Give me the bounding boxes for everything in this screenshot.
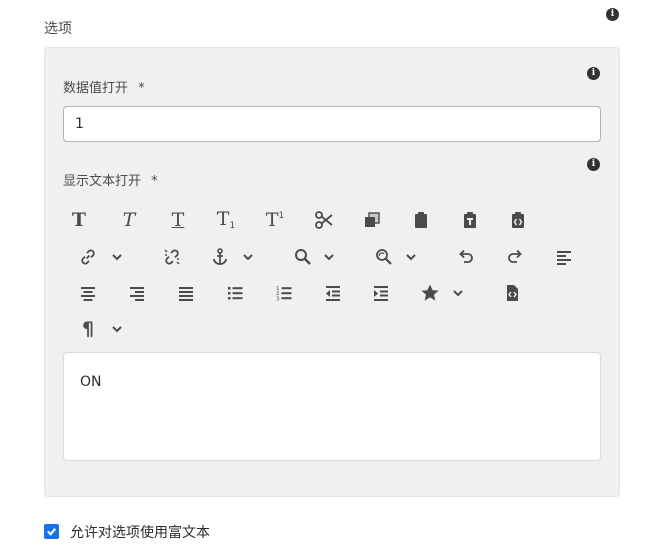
star-icon <box>421 284 439 301</box>
underline-icon: T <box>171 208 185 231</box>
svg-text:3: 3 <box>276 297 280 303</box>
section-title: 选项 <box>44 21 72 37</box>
bold-icon: T <box>71 208 87 231</box>
indent-icon <box>374 286 388 301</box>
undo-button[interactable] <box>451 242 481 272</box>
paragraph-format-dropdown[interactable] <box>110 322 124 336</box>
info-icon[interactable]: i <box>606 8 619 21</box>
data-value-label: 数据值打开 * <box>63 77 145 96</box>
search-icon <box>295 249 311 265</box>
display-text-label: 显示文本打开 * <box>63 170 158 189</box>
info-icon[interactable]: i <box>587 67 600 80</box>
source-edit-button[interactable] <box>497 278 527 308</box>
chevron-down-icon <box>406 254 416 261</box>
chevron-down-icon <box>112 254 122 261</box>
editor-content: ON <box>80 374 102 390</box>
required-mark: * <box>138 81 145 96</box>
chevron-down-icon <box>112 326 122 333</box>
underline-button[interactable]: T <box>163 205 193 235</box>
required-mark: * <box>151 174 158 189</box>
paragraph-format-button[interactable]: ¶ <box>73 314 103 344</box>
undo-icon <box>459 249 473 263</box>
chevron-down-icon <box>324 254 334 261</box>
info-icon[interactable]: i <box>587 158 600 171</box>
anchor-button[interactable] <box>205 242 235 272</box>
paste-code-icon <box>512 212 524 228</box>
redo-button[interactable] <box>500 242 530 272</box>
paste-button[interactable] <box>406 205 436 235</box>
display-text-label-text: 显示文本打开 <box>63 174 142 189</box>
align-left-button[interactable] <box>549 242 579 272</box>
paste-text-button[interactable] <box>455 205 485 235</box>
justify-button[interactable] <box>171 278 201 308</box>
code-file-icon <box>507 285 518 301</box>
checkmark-icon <box>47 528 57 536</box>
align-right-icon <box>130 287 144 301</box>
clipboard-icon <box>415 212 427 228</box>
chevron-down-icon <box>453 290 463 297</box>
rich-text-checkbox[interactable] <box>44 524 59 539</box>
anchor-dropdown[interactable] <box>241 250 255 264</box>
scissors-icon <box>315 211 333 229</box>
copy-button[interactable] <box>357 205 387 235</box>
align-right-button[interactable] <box>122 278 152 308</box>
cut-button[interactable] <box>309 205 339 235</box>
superscript-icon: T1 <box>265 208 285 231</box>
bold-button[interactable]: T <box>64 205 94 235</box>
bullet-list-icon <box>228 287 243 300</box>
italic-button[interactable]: T <box>114 205 144 235</box>
link-icon <box>81 249 95 265</box>
superscript-button[interactable]: T1 <box>260 205 290 235</box>
find-replace-dropdown[interactable] <box>404 250 418 264</box>
indent-button[interactable] <box>366 278 396 308</box>
justify-icon <box>179 287 193 301</box>
align-center-button[interactable] <box>73 278 103 308</box>
find-replace-button[interactable] <box>369 242 399 272</box>
paste-text-icon <box>464 212 476 228</box>
special-char-button[interactable] <box>415 278 445 308</box>
find-replace-icon <box>376 249 392 265</box>
find-button[interactable] <box>288 242 318 272</box>
find-dropdown[interactable] <box>322 250 336 264</box>
rich-text-editor[interactable]: ON <box>63 352 601 461</box>
rich-text-checkbox-label[interactable]: 允许对选项使用富文本 <box>70 522 210 542</box>
link-dropdown[interactable] <box>110 250 124 264</box>
chevron-down-icon <box>243 254 253 261</box>
redo-icon <box>508 249 522 263</box>
align-left-icon <box>557 251 571 265</box>
data-value-input[interactable]: 1 <box>63 106 601 142</box>
subscript-icon: T1 <box>216 207 236 231</box>
special-char-dropdown[interactable] <box>451 286 465 300</box>
anchor-icon <box>213 248 227 265</box>
unlink-icon <box>164 249 180 265</box>
outdent-button[interactable] <box>318 278 348 308</box>
subscript-button[interactable]: T1 <box>211 205 241 235</box>
paragraph-icon: ¶ <box>81 318 95 340</box>
align-center-icon <box>81 287 95 301</box>
italic-icon: T <box>122 208 136 231</box>
link-button[interactable] <box>73 242 103 272</box>
numbered-list-button[interactable]: 1 2 3 <box>269 278 299 308</box>
numbered-list-icon: 1 2 3 <box>276 286 292 303</box>
data-value-label-text: 数据值打开 <box>63 81 129 96</box>
unlink-button[interactable] <box>157 242 187 272</box>
bullet-list-button[interactable] <box>220 278 250 308</box>
outdent-icon <box>326 286 340 301</box>
copy-icon <box>365 212 380 227</box>
paste-code-button[interactable] <box>503 205 533 235</box>
